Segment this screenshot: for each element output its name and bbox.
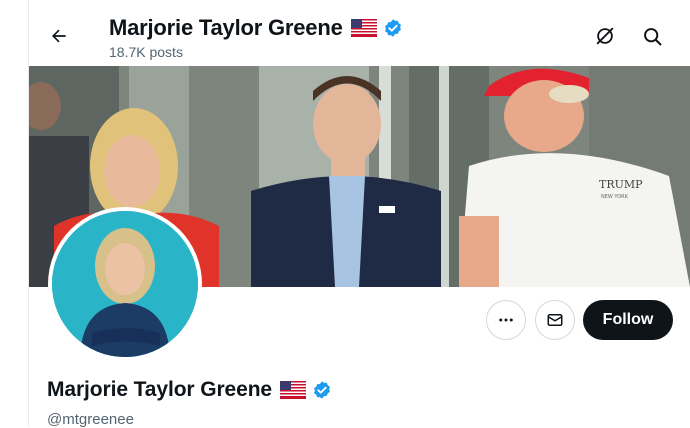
shirt-logo-text: TRUMP xyxy=(599,178,643,191)
profile-display-name: Marjorie Taylor Greene xyxy=(47,378,272,401)
verified-badge-icon xyxy=(383,18,403,38)
shirt-logo-sub: NEW YORK xyxy=(601,194,629,200)
us-flag-icon xyxy=(350,19,377,37)
avatar-photo xyxy=(52,211,198,357)
us-flag-icon xyxy=(280,381,306,399)
profile-avatar[interactable] xyxy=(48,207,202,361)
profile-name-row: Marjorie Taylor Greene xyxy=(47,378,332,402)
left-rail xyxy=(0,0,29,427)
more-dots-icon xyxy=(499,318,513,322)
follow-button[interactable]: Follow xyxy=(583,300,673,340)
message-button[interactable] xyxy=(535,300,575,340)
header-display-name: Marjorie Taylor Greene xyxy=(109,15,343,40)
grok-icon xyxy=(596,27,614,45)
top-bar: Marjorie Taylor Greene 18.7K posts xyxy=(29,0,690,66)
grok-button[interactable] xyxy=(591,22,619,50)
post-count: 18.7K posts xyxy=(109,44,183,60)
back-button[interactable] xyxy=(43,20,75,52)
profile-handle: @mtgreenee xyxy=(47,411,134,428)
search-icon xyxy=(643,27,661,45)
arrow-left-icon xyxy=(52,29,66,43)
search-button[interactable] xyxy=(638,22,666,50)
header-title-row: Marjorie Taylor Greene xyxy=(109,13,403,43)
verified-badge-icon xyxy=(312,380,332,400)
more-button[interactable] xyxy=(486,300,526,340)
envelope-icon xyxy=(547,314,563,326)
